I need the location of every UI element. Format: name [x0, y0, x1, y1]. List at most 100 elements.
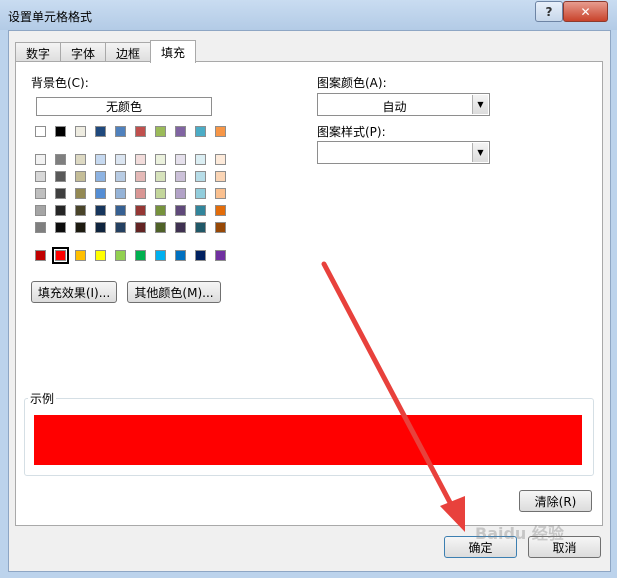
color-swatch[interactable]	[195, 126, 206, 137]
color-swatch[interactable]	[155, 205, 166, 216]
color-swatch[interactable]	[155, 171, 166, 182]
color-swatch[interactable]	[215, 171, 226, 182]
color-swatch[interactable]	[195, 171, 206, 182]
color-swatch[interactable]	[115, 171, 126, 182]
color-swatch[interactable]	[195, 154, 206, 165]
color-swatch[interactable]	[35, 222, 46, 233]
color-swatch[interactable]	[35, 171, 46, 182]
watermark: Baidu 经验	[475, 524, 564, 543]
color-swatch[interactable]	[35, 188, 46, 199]
tab-border[interactable]: 边框	[105, 42, 152, 63]
title-bar: 设置单元格格式 ? ✕	[0, 0, 617, 30]
color-swatch[interactable]	[55, 171, 66, 182]
color-swatch[interactable]	[135, 171, 146, 182]
pattern-color-value: 自动	[382, 100, 407, 114]
shade-row	[35, 171, 235, 182]
color-swatch[interactable]	[175, 154, 186, 165]
color-swatch[interactable]	[115, 188, 126, 199]
color-swatch[interactable]	[75, 222, 86, 233]
color-swatch[interactable]	[175, 205, 186, 216]
color-swatch[interactable]	[115, 250, 126, 261]
color-swatch[interactable]	[155, 154, 166, 165]
color-swatch[interactable]	[195, 222, 206, 233]
color-swatch[interactable]	[135, 205, 146, 216]
color-swatch[interactable]	[155, 126, 166, 137]
color-swatch[interactable]	[175, 222, 186, 233]
color-swatch[interactable]	[115, 205, 126, 216]
color-swatch[interactable]	[135, 222, 146, 233]
chevron-down-icon[interactable]: ▼	[472, 143, 488, 162]
color-swatch[interactable]	[35, 205, 46, 216]
shade-row	[35, 154, 235, 165]
shade-row	[35, 222, 235, 233]
color-swatch[interactable]	[55, 222, 66, 233]
more-colors-button[interactable]: 其他颜色(M)...	[127, 281, 221, 303]
theme-color-row	[35, 126, 235, 137]
sample-label: 示例	[28, 390, 57, 407]
color-swatch[interactable]	[215, 205, 226, 216]
tab-font[interactable]: 字体	[60, 42, 107, 63]
tab-number[interactable]: 数字	[15, 42, 62, 63]
color-swatch[interactable]	[115, 222, 126, 233]
sample-preview	[34, 415, 582, 465]
color-swatch[interactable]	[155, 250, 166, 261]
pattern-color-combo[interactable]: 自动 ▼	[317, 93, 490, 116]
color-swatch[interactable]	[95, 188, 106, 199]
color-swatch[interactable]	[135, 154, 146, 165]
color-swatch[interactable]	[95, 222, 106, 233]
color-swatch[interactable]	[215, 126, 226, 137]
color-swatch[interactable]	[135, 126, 146, 137]
color-swatch[interactable]	[175, 250, 186, 261]
shade-row	[35, 188, 235, 199]
clear-button[interactable]: 清除(R)	[519, 490, 592, 512]
color-swatch[interactable]	[35, 126, 46, 137]
color-swatch[interactable]	[215, 188, 226, 199]
color-swatch[interactable]	[215, 250, 226, 261]
color-swatch[interactable]	[195, 250, 206, 261]
color-swatch[interactable]	[75, 250, 86, 261]
color-swatch[interactable]	[35, 154, 46, 165]
color-swatch[interactable]	[95, 250, 106, 261]
color-swatch[interactable]	[75, 154, 86, 165]
no-color-button[interactable]: 无颜色	[36, 97, 212, 116]
color-swatch[interactable]	[95, 154, 106, 165]
color-swatch[interactable]	[75, 171, 86, 182]
fill-effects-button[interactable]: 填充效果(I)...	[31, 281, 117, 303]
color-swatch[interactable]	[215, 222, 226, 233]
shade-row	[35, 205, 235, 216]
color-swatch[interactable]	[75, 188, 86, 199]
tab-strip: 数字 字体 边框 填充	[15, 40, 197, 63]
color-swatch[interactable]	[175, 188, 186, 199]
pattern-color-label: 图案颜色(A):	[317, 76, 387, 90]
color-swatch[interactable]	[175, 171, 186, 182]
close-button[interactable]: ✕	[563, 1, 608, 22]
standard-color-row	[35, 247, 235, 264]
color-swatch[interactable]	[52, 247, 69, 264]
color-swatch[interactable]	[195, 205, 206, 216]
color-swatch[interactable]	[55, 126, 66, 137]
color-swatch[interactable]	[195, 188, 206, 199]
color-swatch[interactable]	[55, 188, 66, 199]
pattern-style-label: 图案样式(P):	[317, 125, 386, 139]
color-swatch[interactable]	[135, 250, 146, 261]
color-swatch[interactable]	[155, 222, 166, 233]
color-swatch[interactable]	[175, 126, 186, 137]
pattern-style-combo[interactable]: ▼	[317, 141, 490, 164]
color-swatch[interactable]	[75, 126, 86, 137]
color-swatch[interactable]	[135, 188, 146, 199]
color-swatch[interactable]	[95, 171, 106, 182]
dialog-window: 设置单元格格式 ? ✕ 数字 字体 边框 填充 背景色(C): 无颜色 填充效果…	[0, 0, 617, 578]
color-swatch[interactable]	[95, 205, 106, 216]
color-swatch[interactable]	[95, 126, 106, 137]
color-swatch[interactable]	[55, 154, 66, 165]
chevron-down-icon[interactable]: ▼	[472, 95, 488, 114]
color-swatch[interactable]	[35, 250, 46, 261]
color-swatch[interactable]	[155, 188, 166, 199]
color-swatch[interactable]	[75, 205, 86, 216]
color-swatch[interactable]	[115, 126, 126, 137]
tab-fill[interactable]: 填充	[150, 40, 197, 63]
color-swatch[interactable]	[115, 154, 126, 165]
color-swatch[interactable]	[215, 154, 226, 165]
help-button[interactable]: ?	[535, 1, 563, 22]
color-swatch[interactable]	[55, 205, 66, 216]
